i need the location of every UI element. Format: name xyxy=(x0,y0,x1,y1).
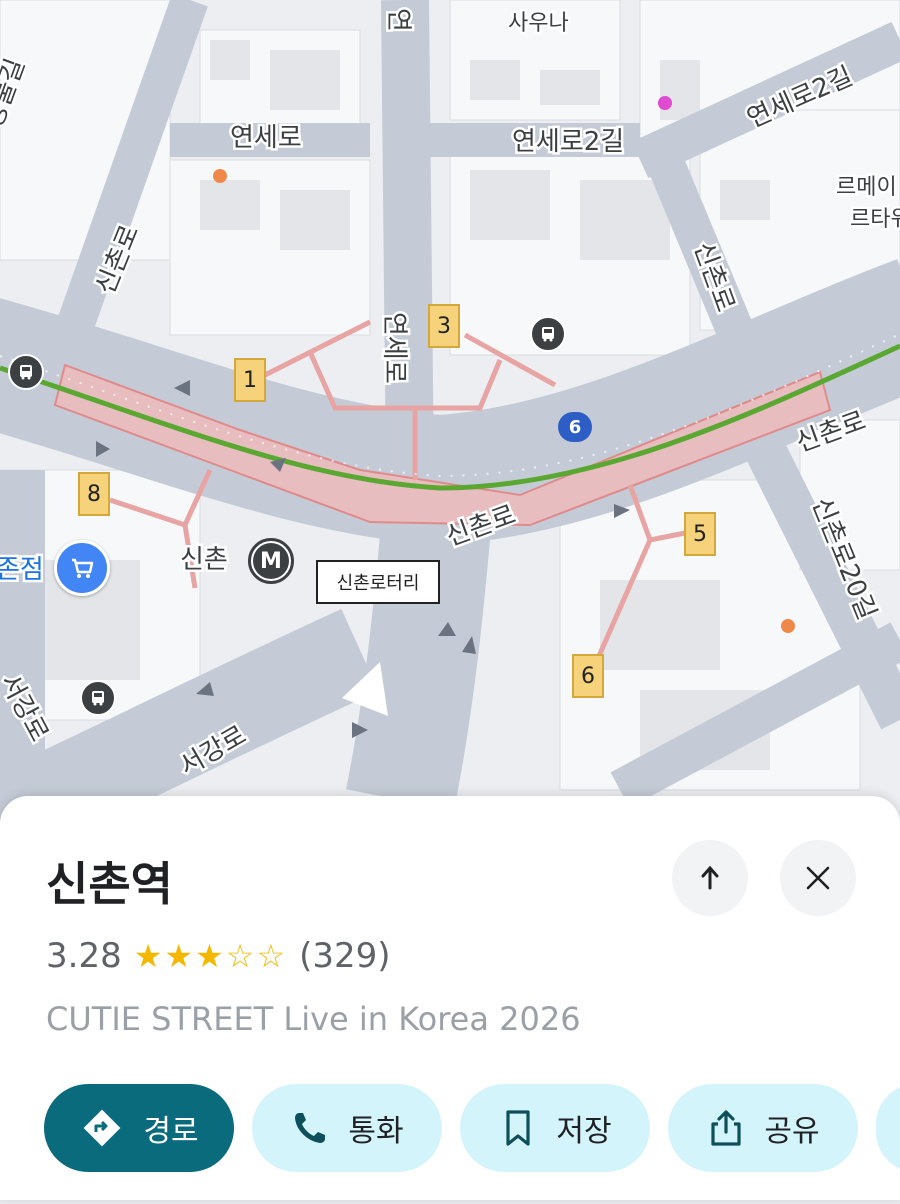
exit-1-box[interactable]: 1 xyxy=(234,358,266,402)
shopping-cart-icon xyxy=(72,558,94,578)
share-icon xyxy=(706,1108,746,1148)
directions-label: 경로 xyxy=(143,1114,199,1149)
arrow-up-icon xyxy=(701,865,719,890)
bus-stop-icon-3[interactable] xyxy=(80,680,116,716)
directions-icon xyxy=(79,1105,125,1151)
label-yonsei-ro-2gil: 연세로2길 xyxy=(512,127,624,157)
directions-button[interactable]: 경로 xyxy=(44,1084,234,1172)
label-top-partial: 연 xyxy=(383,8,413,32)
call-button[interactable]: 통화 xyxy=(252,1084,442,1172)
save-button[interactable]: 저장 xyxy=(460,1084,650,1172)
phone-icon xyxy=(290,1108,330,1148)
close-icon xyxy=(806,866,830,890)
place-title: 신촌역 xyxy=(46,857,173,911)
rating-value: 3.28 xyxy=(46,936,122,976)
poi-dot-orange[interactable] xyxy=(213,169,227,183)
label-store-partial: 존점 xyxy=(0,555,44,585)
label-right-partial-1: 르메이 xyxy=(836,175,897,200)
metro-station-icon[interactable]: M xyxy=(248,538,294,584)
bookmark-icon xyxy=(498,1108,538,1148)
label-yonsei-ro-vertical: 연세로 xyxy=(379,312,409,384)
label-station: 신촌 xyxy=(180,545,228,575)
share-button[interactable]: 공유 xyxy=(668,1084,858,1172)
exit-8-box[interactable]: 8 xyxy=(78,472,110,516)
place-subtitle: CUTIE STREET Live in Korea 2026 xyxy=(46,1000,581,1038)
exit-3-box[interactable]: 3 xyxy=(428,304,460,348)
poi-dot-pink[interactable] xyxy=(658,96,672,110)
exit-5-box[interactable]: 5 xyxy=(684,512,716,556)
bus-icon xyxy=(20,365,32,380)
label-right-partial-2: 르타워 xyxy=(850,207,900,232)
bus-stop-icon-2[interactable] xyxy=(530,316,566,352)
bus-icon xyxy=(92,691,104,706)
bus-icon xyxy=(542,327,554,342)
bus-stop-icon[interactable] xyxy=(8,354,44,390)
call-label: 통화 xyxy=(348,1114,404,1149)
poi-dot-orange-2[interactable] xyxy=(781,619,795,633)
more-actions-button[interactable] xyxy=(876,1084,900,1172)
label-sauna: 사우나 xyxy=(508,11,569,36)
shopping-poi[interactable] xyxy=(54,540,110,596)
label-yonsei-ro: 연세로 xyxy=(230,123,302,153)
action-buttons: 경로 통화 저장 공유 xyxy=(44,1084,900,1172)
rating-row[interactable]: 3.28 ★★★☆☆ (329) xyxy=(46,936,391,976)
review-count[interactable]: (329) xyxy=(299,936,390,976)
place-details-sheet: 신촌역 3.28 ★★★☆☆ (329) CUTIE STREET Live i… xyxy=(0,796,900,1200)
bus-route-6-badge[interactable]: 6 xyxy=(558,412,592,442)
exit-6-box[interactable]: 6 xyxy=(572,654,604,698)
rating-stars: ★★★☆☆ xyxy=(133,937,288,975)
close-button[interactable] xyxy=(780,840,856,916)
save-label: 저장 xyxy=(556,1114,612,1149)
rotary-label-box[interactable]: 신촌로터리 xyxy=(316,560,440,604)
metro-symbol: M xyxy=(253,543,289,579)
direction-up-button[interactable] xyxy=(672,840,748,916)
share-label: 공유 xyxy=(764,1114,820,1149)
